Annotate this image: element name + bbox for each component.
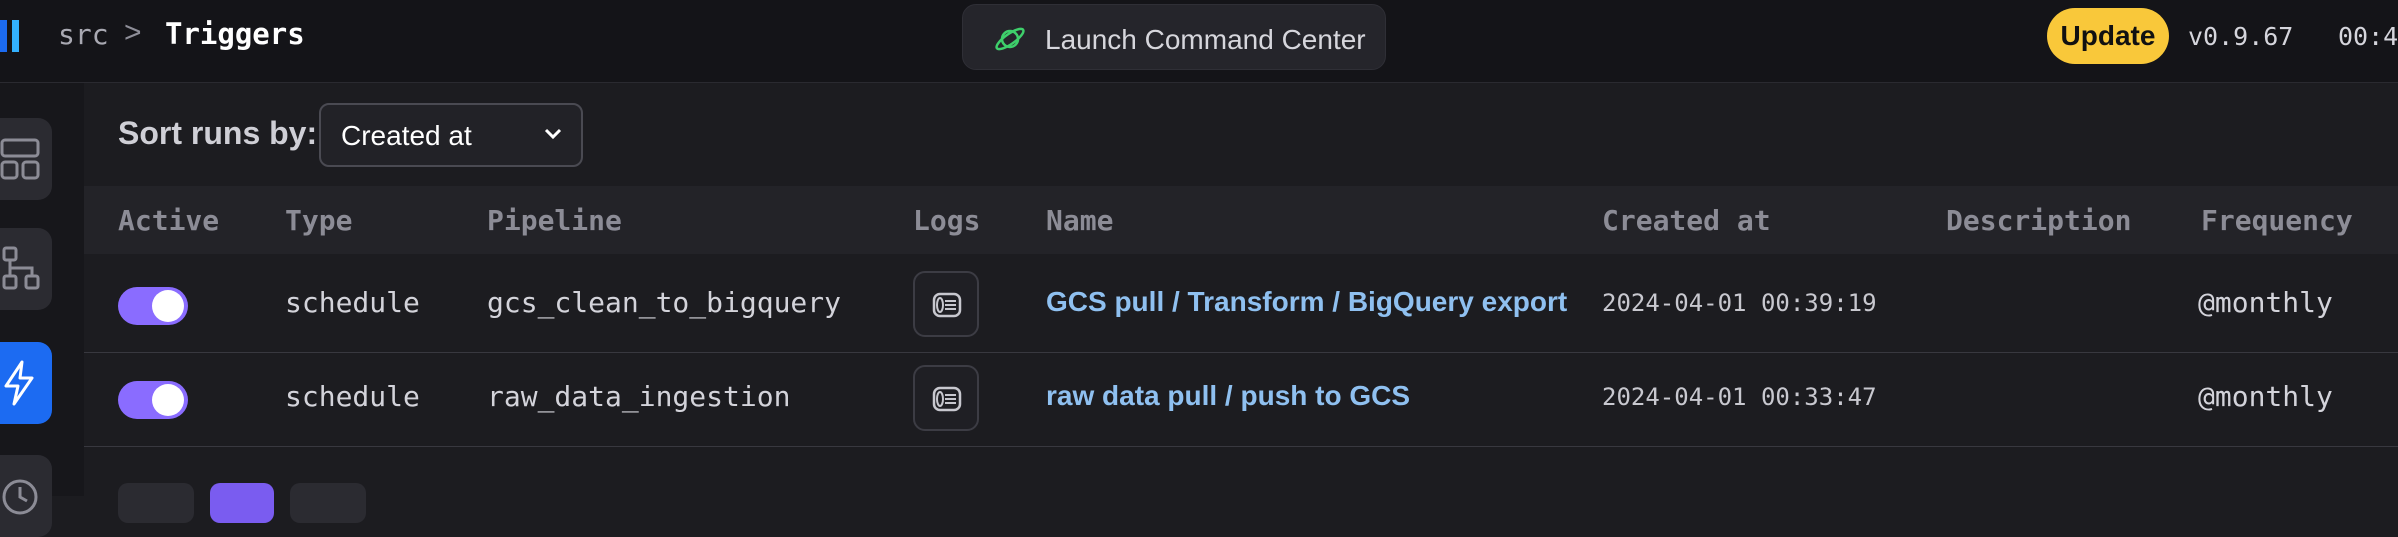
side-nav (0, 83, 84, 537)
nav-triggers-button[interactable] (0, 342, 52, 424)
frequency: @monthly (2198, 286, 2333, 319)
trigger-type: schedule (285, 380, 420, 413)
pagination-prev-button[interactable] (118, 483, 194, 523)
column-name: Name (1046, 204, 1114, 237)
launch-command-center-button[interactable]: Launch Command Center (962, 4, 1386, 70)
sort-selected-value: Created at (341, 120, 472, 151)
nav-pipelines-button[interactable] (0, 228, 52, 310)
planet-icon (995, 27, 1025, 51)
nav-dashboard-button[interactable] (0, 118, 52, 200)
mage-logo[interactable] (0, 20, 22, 52)
active-toggle[interactable] (118, 287, 188, 325)
column-description: Description (1946, 204, 2132, 237)
breadcrumb-separator: > (124, 16, 142, 49)
column-active: Active (118, 204, 220, 237)
active-toggle[interactable] (118, 381, 188, 419)
column-pipeline: Pipeline (487, 204, 622, 237)
sort-select[interactable]: Created at (319, 103, 583, 167)
layout-icon (0, 138, 40, 180)
trigger-name-link[interactable]: GCS pull / Transform / BigQuery export (1046, 286, 1567, 318)
created-at: 2024-04-01 00:33:47 (1602, 383, 1877, 411)
column-logs: Logs (913, 204, 981, 237)
pagination-page-button[interactable] (210, 483, 274, 523)
breadcrumb-root[interactable]: src (58, 18, 109, 51)
logs-button[interactable] (913, 365, 979, 431)
pipeline-name: gcs_clean_to_bigquery (487, 286, 842, 319)
table-row[interactable]: schedule raw_data_ingestion raw data pul… (84, 353, 2398, 447)
sort-label: Sort runs by: (118, 115, 318, 151)
chevron-down-icon (544, 128, 562, 140)
clock: 00:4 (2338, 22, 2398, 51)
nav-history-button[interactable] (0, 455, 52, 537)
version-label: v0.9.67 (2188, 22, 2294, 51)
trigger-name-link[interactable]: raw data pull / push to GCS (1046, 380, 1410, 412)
table-header: Active Type Pipeline Logs Name Created a… (84, 186, 2398, 254)
breadcrumb-current: Triggers (165, 17, 305, 51)
command-center-label: Launch Command Center (1045, 24, 1366, 55)
logs-button[interactable] (913, 271, 979, 337)
logs-icon (932, 386, 962, 412)
created-at: 2024-04-01 00:39:19 (1602, 289, 1877, 317)
column-type: Type (285, 204, 353, 237)
toggle-knob (152, 384, 184, 416)
column-created-at: Created at (1602, 204, 1771, 237)
trigger-type: schedule (285, 286, 420, 319)
table-row[interactable]: schedule gcs_clean_to_bigquery GCS pull … (84, 259, 2398, 353)
pagination-next-button[interactable] (290, 483, 366, 523)
lightning-icon (4, 360, 34, 406)
pipeline-tree-icon (2, 246, 40, 290)
update-button[interactable]: Update (2047, 8, 2169, 64)
pipeline-name: raw_data_ingestion (487, 380, 791, 413)
top-bar: src > Triggers Launch Command Center Upd… (0, 0, 2398, 83)
clock-icon (2, 479, 38, 515)
frequency: @monthly (2198, 380, 2333, 413)
logs-icon (932, 292, 962, 318)
column-frequency: Frequency (2201, 204, 2353, 237)
toggle-knob (152, 290, 184, 322)
